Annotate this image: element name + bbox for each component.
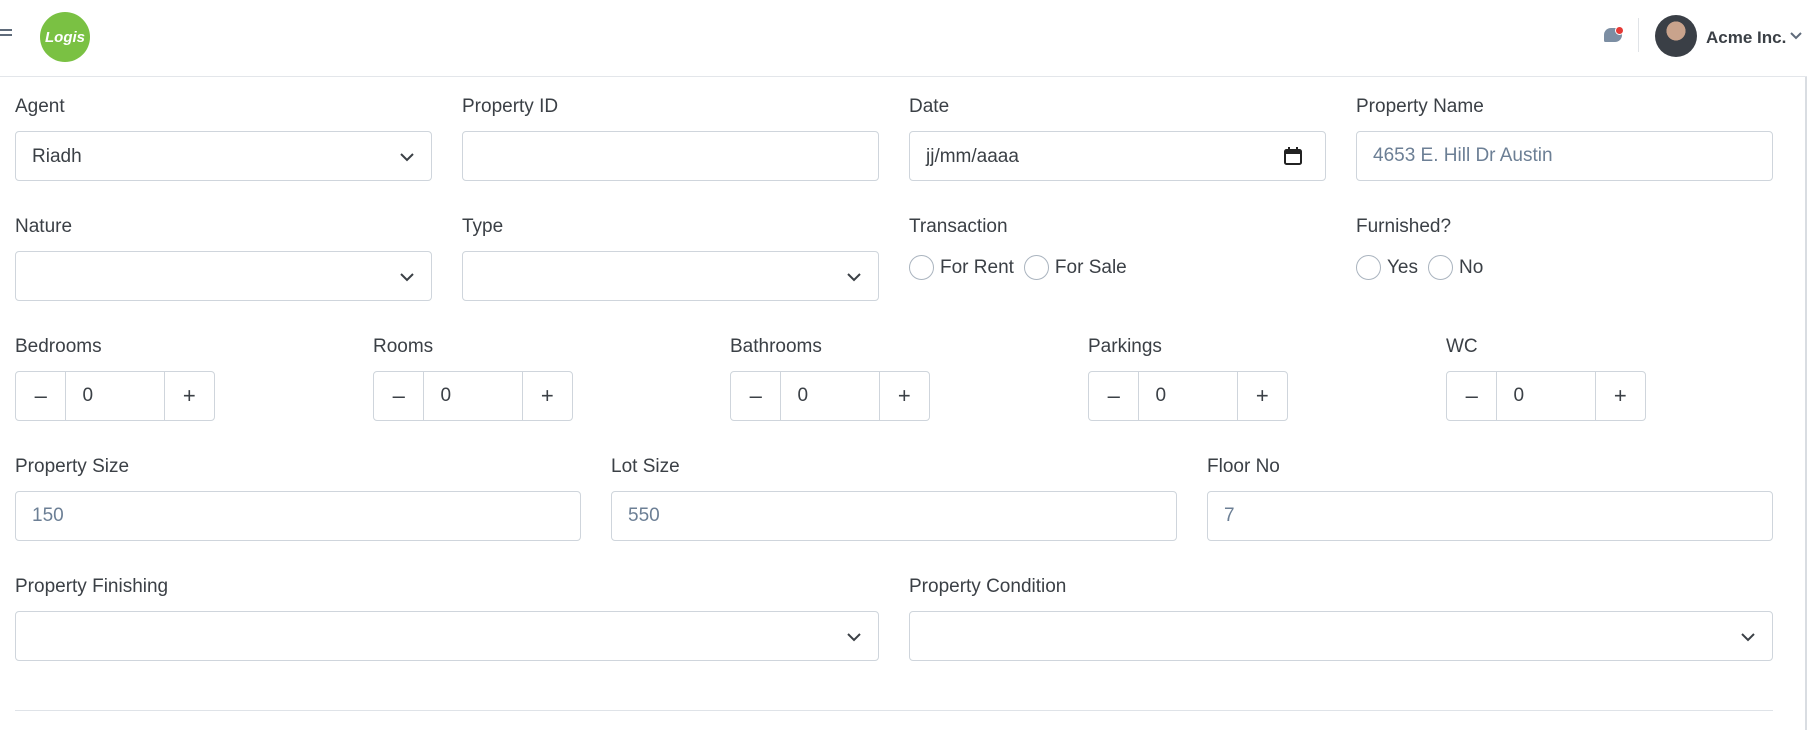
wc-label: WC xyxy=(1446,336,1478,357)
header-divider xyxy=(1638,18,1639,52)
section-divider xyxy=(15,710,1773,711)
parkings-stepper[interactable]: – 0 + xyxy=(1088,371,1288,421)
increment-button[interactable]: + xyxy=(1596,372,1645,420)
furnished-option-no[interactable]: No xyxy=(1428,255,1483,280)
increment-button[interactable]: + xyxy=(1238,372,1287,420)
lot-size-input[interactable] xyxy=(612,492,1176,540)
property-size-field[interactable] xyxy=(15,491,581,541)
decrement-button[interactable]: – xyxy=(16,372,65,420)
property-size-input[interactable] xyxy=(16,492,580,540)
bathrooms-value[interactable]: 0 xyxy=(780,372,880,420)
decrement-button[interactable]: – xyxy=(1447,372,1496,420)
property-size-label: Property Size xyxy=(15,456,130,477)
property-id-field[interactable] xyxy=(462,131,879,181)
type-label: Type xyxy=(462,216,504,237)
lot-size-label: Lot Size xyxy=(611,456,680,477)
bedrooms-label: Bedrooms xyxy=(15,336,102,357)
menu-icon[interactable] xyxy=(0,29,12,39)
radio-button[interactable] xyxy=(1023,255,1049,280)
radio-label: For Sale xyxy=(1054,256,1127,278)
nature-label: Nature xyxy=(15,216,73,237)
company-name[interactable]: Acme Inc. xyxy=(1706,28,1786,48)
radio-label: No xyxy=(1459,256,1484,278)
increment-button[interactable]: + xyxy=(165,372,214,420)
date-placeholder: jj/mm/aaaa xyxy=(926,146,1019,167)
agent-label: Agent xyxy=(15,96,65,117)
rooms-stepper[interactable]: – 0 + xyxy=(373,371,573,421)
floor-no-label: Floor No xyxy=(1207,456,1280,477)
agent-select[interactable]: Riadh xyxy=(15,131,432,181)
chevron-down-icon xyxy=(400,153,414,162)
rooms-value[interactable]: 0 xyxy=(423,372,523,420)
date-label: Date xyxy=(909,96,950,117)
lot-size-field[interactable] xyxy=(611,491,1177,541)
wc-value[interactable]: 0 xyxy=(1496,372,1596,420)
bathrooms-stepper[interactable]: – 0 + xyxy=(730,371,930,421)
property-finishing-select[interactable] xyxy=(15,611,879,661)
avatar[interactable] xyxy=(1655,15,1697,57)
increment-button[interactable]: + xyxy=(880,372,929,420)
chevron-down-icon[interactable] xyxy=(1789,31,1803,41)
decrement-button[interactable]: – xyxy=(1089,372,1138,420)
date-field[interactable]: jj/mm/aaaa xyxy=(909,131,1326,181)
radio-label: For Rent xyxy=(940,256,1014,278)
type-select[interactable] xyxy=(462,251,879,301)
property-name-field[interactable] xyxy=(1356,131,1773,181)
floor-no-field[interactable] xyxy=(1207,491,1773,541)
agent-value: Riadh xyxy=(32,146,82,167)
bedrooms-stepper[interactable]: – 0 + xyxy=(15,371,215,421)
property-condition-label: Property Condition xyxy=(909,576,1067,597)
furnished-label: Furnished? xyxy=(1356,216,1452,237)
chevron-down-icon xyxy=(400,273,414,282)
property-finishing-label: Property Finishing xyxy=(15,576,169,597)
increment-button[interactable]: + xyxy=(523,372,572,420)
radio-button[interactable] xyxy=(1356,255,1381,280)
chevron-down-icon xyxy=(1741,633,1755,642)
furnished-radio-group: Yes No xyxy=(1356,255,1493,280)
transaction-option-for-sale[interactable]: For Sale xyxy=(1023,255,1127,280)
property-name-label: Property Name xyxy=(1356,96,1484,117)
decrement-button[interactable]: – xyxy=(731,372,780,420)
bathrooms-label: Bathrooms xyxy=(730,336,822,357)
property-condition-select[interactable] xyxy=(909,611,1773,661)
chat-notification-icon[interactable] xyxy=(1604,26,1626,46)
chevron-down-icon xyxy=(847,633,861,642)
radio-button[interactable] xyxy=(1428,255,1453,280)
decrement-button[interactable]: – xyxy=(374,372,423,420)
property-name-input[interactable] xyxy=(1357,132,1772,180)
radio-button[interactable] xyxy=(909,255,934,280)
calendar-icon[interactable] xyxy=(1283,146,1303,166)
transaction-option-for-rent[interactable]: For Rent xyxy=(909,255,1014,280)
radio-label: Yes xyxy=(1387,256,1418,278)
wc-stepper[interactable]: – 0 + xyxy=(1446,371,1646,421)
floor-no-input[interactable] xyxy=(1208,492,1772,540)
logo[interactable]: Logis xyxy=(40,12,90,62)
furnished-option-yes[interactable]: Yes xyxy=(1356,255,1418,280)
notification-dot xyxy=(1615,26,1624,35)
property-id-label: Property ID xyxy=(462,96,559,117)
bedrooms-value[interactable]: 0 xyxy=(65,372,165,420)
transaction-label: Transaction xyxy=(909,216,1008,237)
nature-select[interactable] xyxy=(15,251,432,301)
parkings-value[interactable]: 0 xyxy=(1138,372,1238,420)
top-header: Logis Acme Inc. xyxy=(0,0,1807,77)
rooms-label: Rooms xyxy=(373,336,434,357)
chevron-down-icon xyxy=(847,273,861,282)
transaction-radio-group: For Rent For Sale xyxy=(909,255,1137,280)
parkings-label: Parkings xyxy=(1088,336,1162,357)
